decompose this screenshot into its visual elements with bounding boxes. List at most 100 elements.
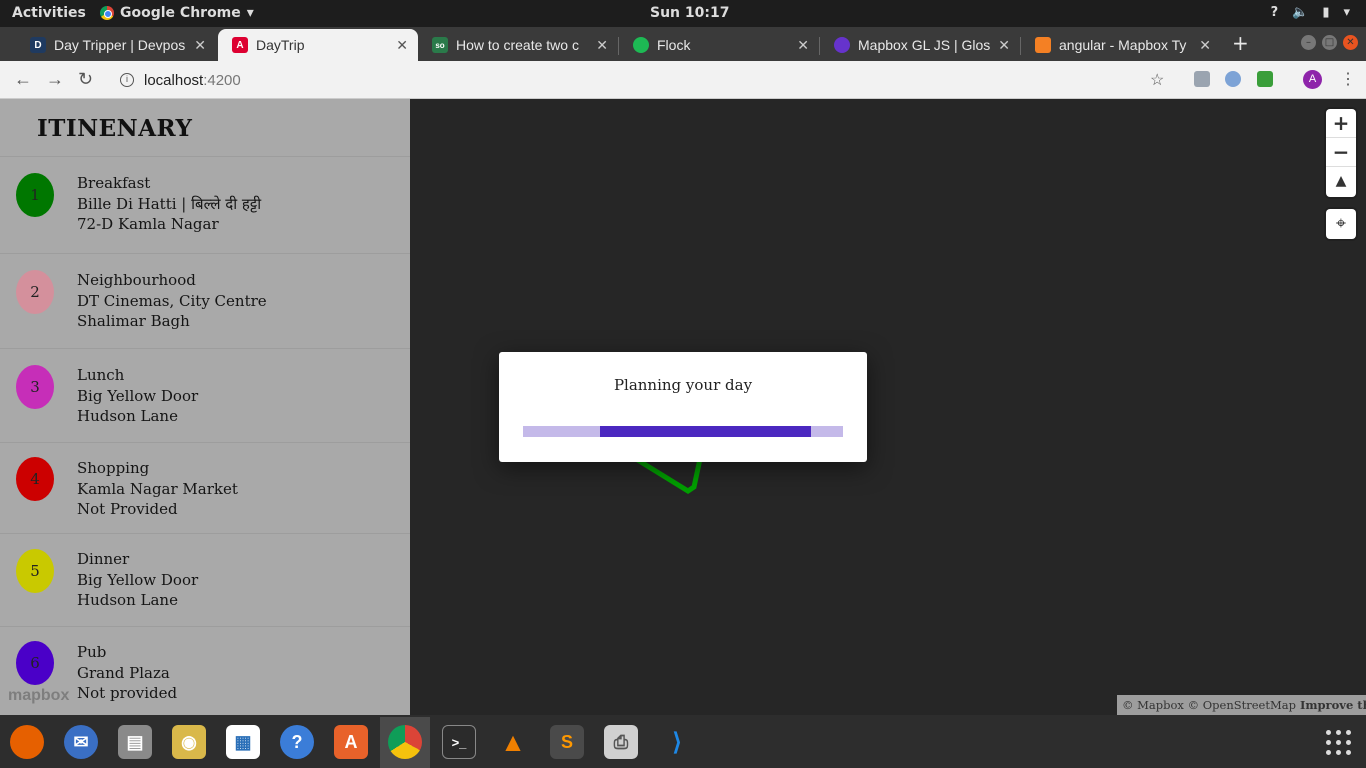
chrome-icon[interactable] [388, 725, 422, 759]
info-icon[interactable]: i [120, 73, 134, 87]
tab-angular-mapbox[interactable]: angular - Mapbox Ty ✕ [1021, 29, 1221, 61]
mapbox-favicon-icon [834, 37, 850, 53]
tab-strip: D Day Tripper | Devpos ✕ A DayTrip ✕ so … [0, 27, 1366, 61]
software-center-icon[interactable]: A [334, 725, 368, 759]
stop-category: Breakfast [77, 174, 151, 192]
tab-mapbox-gl[interactable]: Mapbox GL JS | Glos ✕ [820, 29, 1020, 61]
itinerary-sidebar: ITINENARY 1 Breakfast Bille Di Hatti | ब… [0, 99, 410, 715]
tab-daytrip[interactable]: A DayTrip ✕ [218, 29, 418, 61]
mapbox-logo[interactable]: mapbox [8, 687, 69, 705]
system-top-bar: Activities Google Chrome ▾ Sun 10:17 ? 🔈… [0, 0, 1366, 27]
tab-title: Flock [657, 37, 691, 53]
reload-button[interactable]: ↻ [78, 69, 93, 90]
new-tab-button[interactable]: + [1232, 31, 1249, 55]
stop-place: Kamla Nagar Market [77, 479, 238, 498]
system-tray[interactable]: ? 🔈 ▮ ▾ [1271, 5, 1350, 20]
geolocate-button[interactable]: ⌖ [1326, 209, 1356, 239]
vlc-icon[interactable]: ▲ [496, 725, 530, 759]
itinerary-item[interactable]: 2 Neighbourhood DT Cinemas, City Centre … [0, 253, 410, 348]
files-icon[interactable]: ▤ [118, 725, 152, 759]
help-tray-icon[interactable]: ? [1271, 5, 1279, 20]
stop-number-badge: 1 [16, 173, 54, 217]
close-icon[interactable]: ✕ [1199, 37, 1211, 54]
extension-icon[interactable] [1194, 71, 1210, 87]
bookmark-star-icon[interactable]: ☆ [1150, 70, 1164, 90]
address-bar[interactable]: i localhost :4200 [110, 65, 1180, 95]
url-port: :4200 [203, 71, 241, 89]
stop-number-badge: 6 [16, 641, 54, 685]
close-icon[interactable]: ✕ [797, 37, 809, 54]
flock-favicon-icon [633, 37, 649, 53]
tab-title: angular - Mapbox Ty [1059, 37, 1187, 53]
stop-place: Grand Plaza [77, 663, 170, 682]
close-icon[interactable]: ✕ [596, 37, 608, 54]
browser-toolbar: ← → ↻ i localhost :4200 ☆ A ⋮ [0, 61, 1366, 99]
stop-number-badge: 3 [16, 365, 54, 409]
stop-address: 72-D Kamla Nagar [77, 215, 219, 233]
activities-button[interactable]: Activities [12, 5, 86, 21]
close-icon[interactable]: ✕ [396, 37, 408, 54]
itinerary-details: Shopping Kamla Nagar Market Not Provided [77, 458, 238, 520]
itinerary-item[interactable]: 3 Lunch Big Yellow Door Hudson Lane [0, 348, 410, 442]
avatar[interactable]: A [1303, 70, 1322, 89]
tab-flock[interactable]: Flock ✕ [619, 29, 819, 61]
battery-icon[interactable]: ▮ [1322, 5, 1329, 20]
itinerary-item[interactable]: 4 Shopping Kamla Nagar Market Not Provid… [0, 442, 410, 533]
attribution-text[interactable]: © Mapbox © OpenStreetMap [1122, 698, 1296, 712]
tab-how-to-create[interactable]: so How to create two c ✕ [418, 29, 618, 61]
close-icon[interactable]: ✕ [194, 37, 206, 54]
terminal-icon[interactable]: >_ [442, 725, 476, 759]
menu-kebab-icon[interactable]: ⋮ [1340, 69, 1356, 89]
help-icon[interactable]: ? [280, 725, 314, 759]
forward-button[interactable]: → [46, 69, 64, 90]
extension-icon[interactable] [1257, 71, 1273, 87]
stackoverflow-favicon-icon: so [432, 37, 448, 53]
improve-map-link[interactable]: Improve this map [1300, 698, 1366, 712]
itinerary-details: Dinner Big Yellow Door Hudson Lane [77, 549, 198, 611]
stop-place: DT Cinemas, City Centre [77, 291, 267, 310]
thunderbird-icon[interactable]: ✉ [64, 725, 98, 759]
stop-address: Hudson Lane [77, 591, 178, 609]
vscode-icon[interactable]: ⟩ [660, 725, 694, 759]
loading-dialog: Planning your day [499, 352, 867, 462]
tab-title: Mapbox GL JS | Glos [858, 37, 991, 53]
chevron-down-icon: ▾ [246, 5, 254, 21]
minimize-button[interactable]: – [1301, 35, 1316, 50]
show-applications-button[interactable] [1326, 730, 1352, 756]
tab-title: How to create two c [456, 37, 579, 53]
stop-number-badge: 5 [16, 549, 54, 593]
firefox-icon[interactable] [10, 725, 44, 759]
printer-icon[interactable]: ⎙ [604, 725, 638, 759]
app-menu[interactable]: Google Chrome ▾ [100, 5, 254, 21]
back-button[interactable]: ← [14, 69, 32, 90]
itinerary-details: Breakfast Bille Di Hatti | बिल्ले दी हट्… [77, 173, 261, 235]
stop-number-badge: 4 [16, 457, 54, 501]
app-menu-label: Google Chrome [120, 5, 241, 21]
itinerary-item[interactable]: 5 Dinner Big Yellow Door Hudson Lane [0, 533, 410, 626]
devpost-favicon-icon: D [30, 37, 46, 53]
close-window-button[interactable]: ✕ [1343, 35, 1358, 50]
chrome-icon [100, 6, 114, 20]
tab-day-tripper[interactable]: D Day Tripper | Devpos ✕ [16, 29, 216, 61]
loading-message: Planning your day [613, 376, 753, 394]
extension-icon[interactable] [1225, 71, 1241, 87]
maximize-button[interactable]: □ [1322, 35, 1337, 50]
stop-number-badge: 2 [16, 270, 54, 314]
zoom-out-button[interactable]: − [1326, 138, 1356, 167]
itinerary-title: ITINENARY [37, 115, 193, 142]
speaker-icon[interactable]: 🔈 [1292, 5, 1308, 20]
rhythmbox-icon[interactable]: ◉ [172, 725, 206, 759]
stop-place: Big Yellow Door [77, 570, 199, 589]
stackoverflow-favicon-icon [1035, 37, 1051, 53]
zoom-in-button[interactable]: + [1326, 109, 1356, 138]
clock[interactable]: Sun 10:17 [650, 5, 729, 21]
sublime-text-icon[interactable]: S [550, 725, 584, 759]
stop-category: Shopping [77, 459, 150, 477]
window-controls: – □ ✕ [1301, 35, 1358, 50]
close-icon[interactable]: ✕ [998, 37, 1010, 54]
map-attribution: © Mapbox © OpenStreetMap Improve this map [1117, 695, 1366, 715]
chevron-down-icon[interactable]: ▾ [1343, 5, 1350, 20]
compass-button[interactable]: ▲ [1326, 167, 1356, 196]
libreoffice-writer-icon[interactable]: ▦ [226, 725, 260, 759]
itinerary-item[interactable]: 1 Breakfast Bille Di Hatti | बिल्ले दी ह… [0, 156, 410, 253]
